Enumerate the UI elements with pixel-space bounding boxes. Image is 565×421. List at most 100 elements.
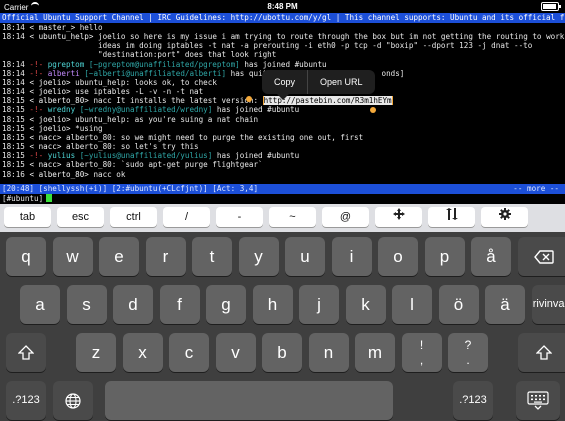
log-line: 18:15 < nacc> alberto_80: so let's try t… <box>0 142 565 151</box>
key-t[interactable]: t <box>192 237 232 276</box>
battery-indicator <box>541 2 561 11</box>
log-line: "destination:port" does that look right <box>0 50 565 59</box>
timestamp: 18:16 <box>2 169 25 179</box>
event-marker: -!- <box>24 151 48 161</box>
swap-arrows-key[interactable] <box>428 207 475 227</box>
selection-start-handle[interactable] <box>246 96 252 102</box>
key-i[interactable]: i <box>331 237 372 276</box>
move-arrows-key[interactable] <box>375 207 422 227</box>
key-s[interactable]: s <box>66 285 107 324</box>
log-line: 18:15 < joelio> *using <box>0 124 565 133</box>
acc-key-at[interactable]: @ <box>322 207 369 227</box>
input-line[interactable]: [#ubuntu] <box>0 194 565 204</box>
numbers-key-left[interactable]: .?123 <box>6 381 46 420</box>
key-e[interactable]: e <box>99 237 139 276</box>
open-url-menu-item[interactable]: Open URL <box>308 70 375 94</box>
nick: < ubuntu_help> <box>29 32 94 42</box>
acc-key-tilde[interactable]: ~ <box>269 207 316 227</box>
backspace-key[interactable] <box>517 237 565 276</box>
timestamp: 18:15 <box>2 151 25 161</box>
key-k[interactable]: k <box>345 285 386 324</box>
acc-key-slash[interactable]: / <box>163 207 210 227</box>
key-a[interactable]: a <box>20 285 60 324</box>
key-w[interactable]: w <box>52 237 93 276</box>
onscreen-keyboard: tab esc ctrl / - ~ @ q w e r t y u i o p å a s d f g h j k l ö ä riv… <box>0 204 565 421</box>
key-z[interactable]: z <box>76 333 116 372</box>
nick: < master_> <box>29 23 76 32</box>
key-top-char: ! <box>419 338 424 352</box>
nick: < alberto_80> <box>29 96 89 106</box>
key-o[interactable]: o <box>378 237 418 276</box>
irc-terminal[interactable]: Official Ubuntu Support Channel | IRC Gu… <box>0 13 565 204</box>
key-h[interactable]: h <box>252 285 293 324</box>
key-period[interactable]: ?. <box>448 333 488 372</box>
numbers-key-right[interactable]: .?123 <box>453 381 493 420</box>
message-text: ubuntu_help: looks ok, to check <box>70 77 217 87</box>
acc-key-tab[interactable]: tab <box>4 207 51 227</box>
acc-key-esc[interactable]: esc <box>57 207 104 227</box>
selection-end-handle[interactable] <box>370 107 376 113</box>
key-q[interactable]: q <box>6 237 46 276</box>
key-r[interactable]: r <box>145 237 186 276</box>
key-l[interactable]: l <box>392 285 432 324</box>
message-text: ideas im doing iptables -t nat -a prerou… <box>98 41 533 51</box>
nick: < joelio> <box>29 123 71 133</box>
key-p[interactable]: p <box>424 237 465 276</box>
copy-menu-item[interactable]: Copy <box>262 70 307 94</box>
key-c[interactable]: c <box>169 333 209 372</box>
timestamp: 18:15 <box>2 132 25 142</box>
message-log: 18:14 < master_> hello 18:14 < ubuntu_hel… <box>0 23 565 179</box>
status-bar: Carrier 8:48 PM <box>0 0 565 13</box>
key-x[interactable]: x <box>122 333 163 372</box>
event-host: [~yulius@unaffiliated/yulius] <box>75 151 213 161</box>
shift-key-left[interactable] <box>6 333 46 372</box>
event-text: has joined #ubuntu <box>212 151 300 161</box>
timestamp: 18:14 <box>2 23 25 32</box>
globe-key[interactable] <box>53 381 93 420</box>
battery-icon <box>541 2 561 11</box>
message-text: alberto_80: so let's try this <box>61 142 199 152</box>
key-ä[interactable]: ä <box>485 285 525 324</box>
irssi-statusbar: [20:48] [shellyssh(+i)] [2:#ubuntu(+CLcf… <box>0 184 565 194</box>
log-line: 18:14 -!- pgreptom [~pgreptom@unaffiliat… <box>0 60 565 69</box>
event-host: [~wredny@unaffiliated/wredny] <box>75 105 213 115</box>
key-bottom-char: , <box>419 353 424 367</box>
timestamp: 18:14 <box>2 59 25 69</box>
acc-key-dash[interactable]: - <box>216 207 263 227</box>
nick: < nacc> <box>29 132 62 142</box>
log-line: 18:15 -!- yulius [~yulius@unaffiliated/y… <box>0 151 565 160</box>
event-nick: yulius <box>47 151 76 161</box>
nick: < joelio> <box>29 114 71 124</box>
log-line: 18:15 < joelio> ubuntu_help: as you're s… <box>0 115 565 124</box>
key-b[interactable]: b <box>262 333 302 372</box>
key-ö[interactable]: ö <box>438 285 479 324</box>
key-d[interactable]: d <box>113 285 153 324</box>
nick: < nacc> <box>29 142 62 152</box>
channel-topic: Official Ubuntu Support Channel | IRC Gu… <box>0 13 565 23</box>
message-text: alberto_80: so we might need to purge th… <box>61 132 364 142</box>
space-key[interactable] <box>105 381 393 420</box>
move-arrows-icon <box>392 208 405 223</box>
key-u[interactable]: u <box>285 237 325 276</box>
key-j[interactable]: j <box>299 285 339 324</box>
edit-menu-popup: Copy Open URL <box>262 70 375 94</box>
key-m[interactable]: m <box>355 333 395 372</box>
input-prompt: [#ubuntu] <box>2 194 44 203</box>
acc-key-ctrl[interactable]: ctrl <box>110 207 157 227</box>
key-f[interactable]: f <box>159 285 200 324</box>
hide-keyboard-key[interactable] <box>516 381 560 420</box>
gear-key[interactable] <box>481 207 528 227</box>
key-n[interactable]: n <box>308 333 349 372</box>
log-line: 18:14 < master_> hello <box>0 23 565 32</box>
message-text: alberto_80: `sudo apt-get purge flightge… <box>61 160 263 170</box>
key-g[interactable]: g <box>206 285 246 324</box>
shift-key-right[interactable] <box>517 333 565 372</box>
nick: < nacc> <box>29 160 62 170</box>
key-å[interactable]: å <box>471 237 511 276</box>
event-text: has joined #ubuntu <box>212 105 300 115</box>
key-y[interactable]: y <box>238 237 279 276</box>
key-v[interactable]: v <box>215 333 256 372</box>
key-comma[interactable]: !, <box>401 333 442 372</box>
return-key[interactable]: rivinvaihto <box>531 285 565 324</box>
log-line: 18:15 < nacc> alberto_80: `sudo apt-get … <box>0 160 565 169</box>
